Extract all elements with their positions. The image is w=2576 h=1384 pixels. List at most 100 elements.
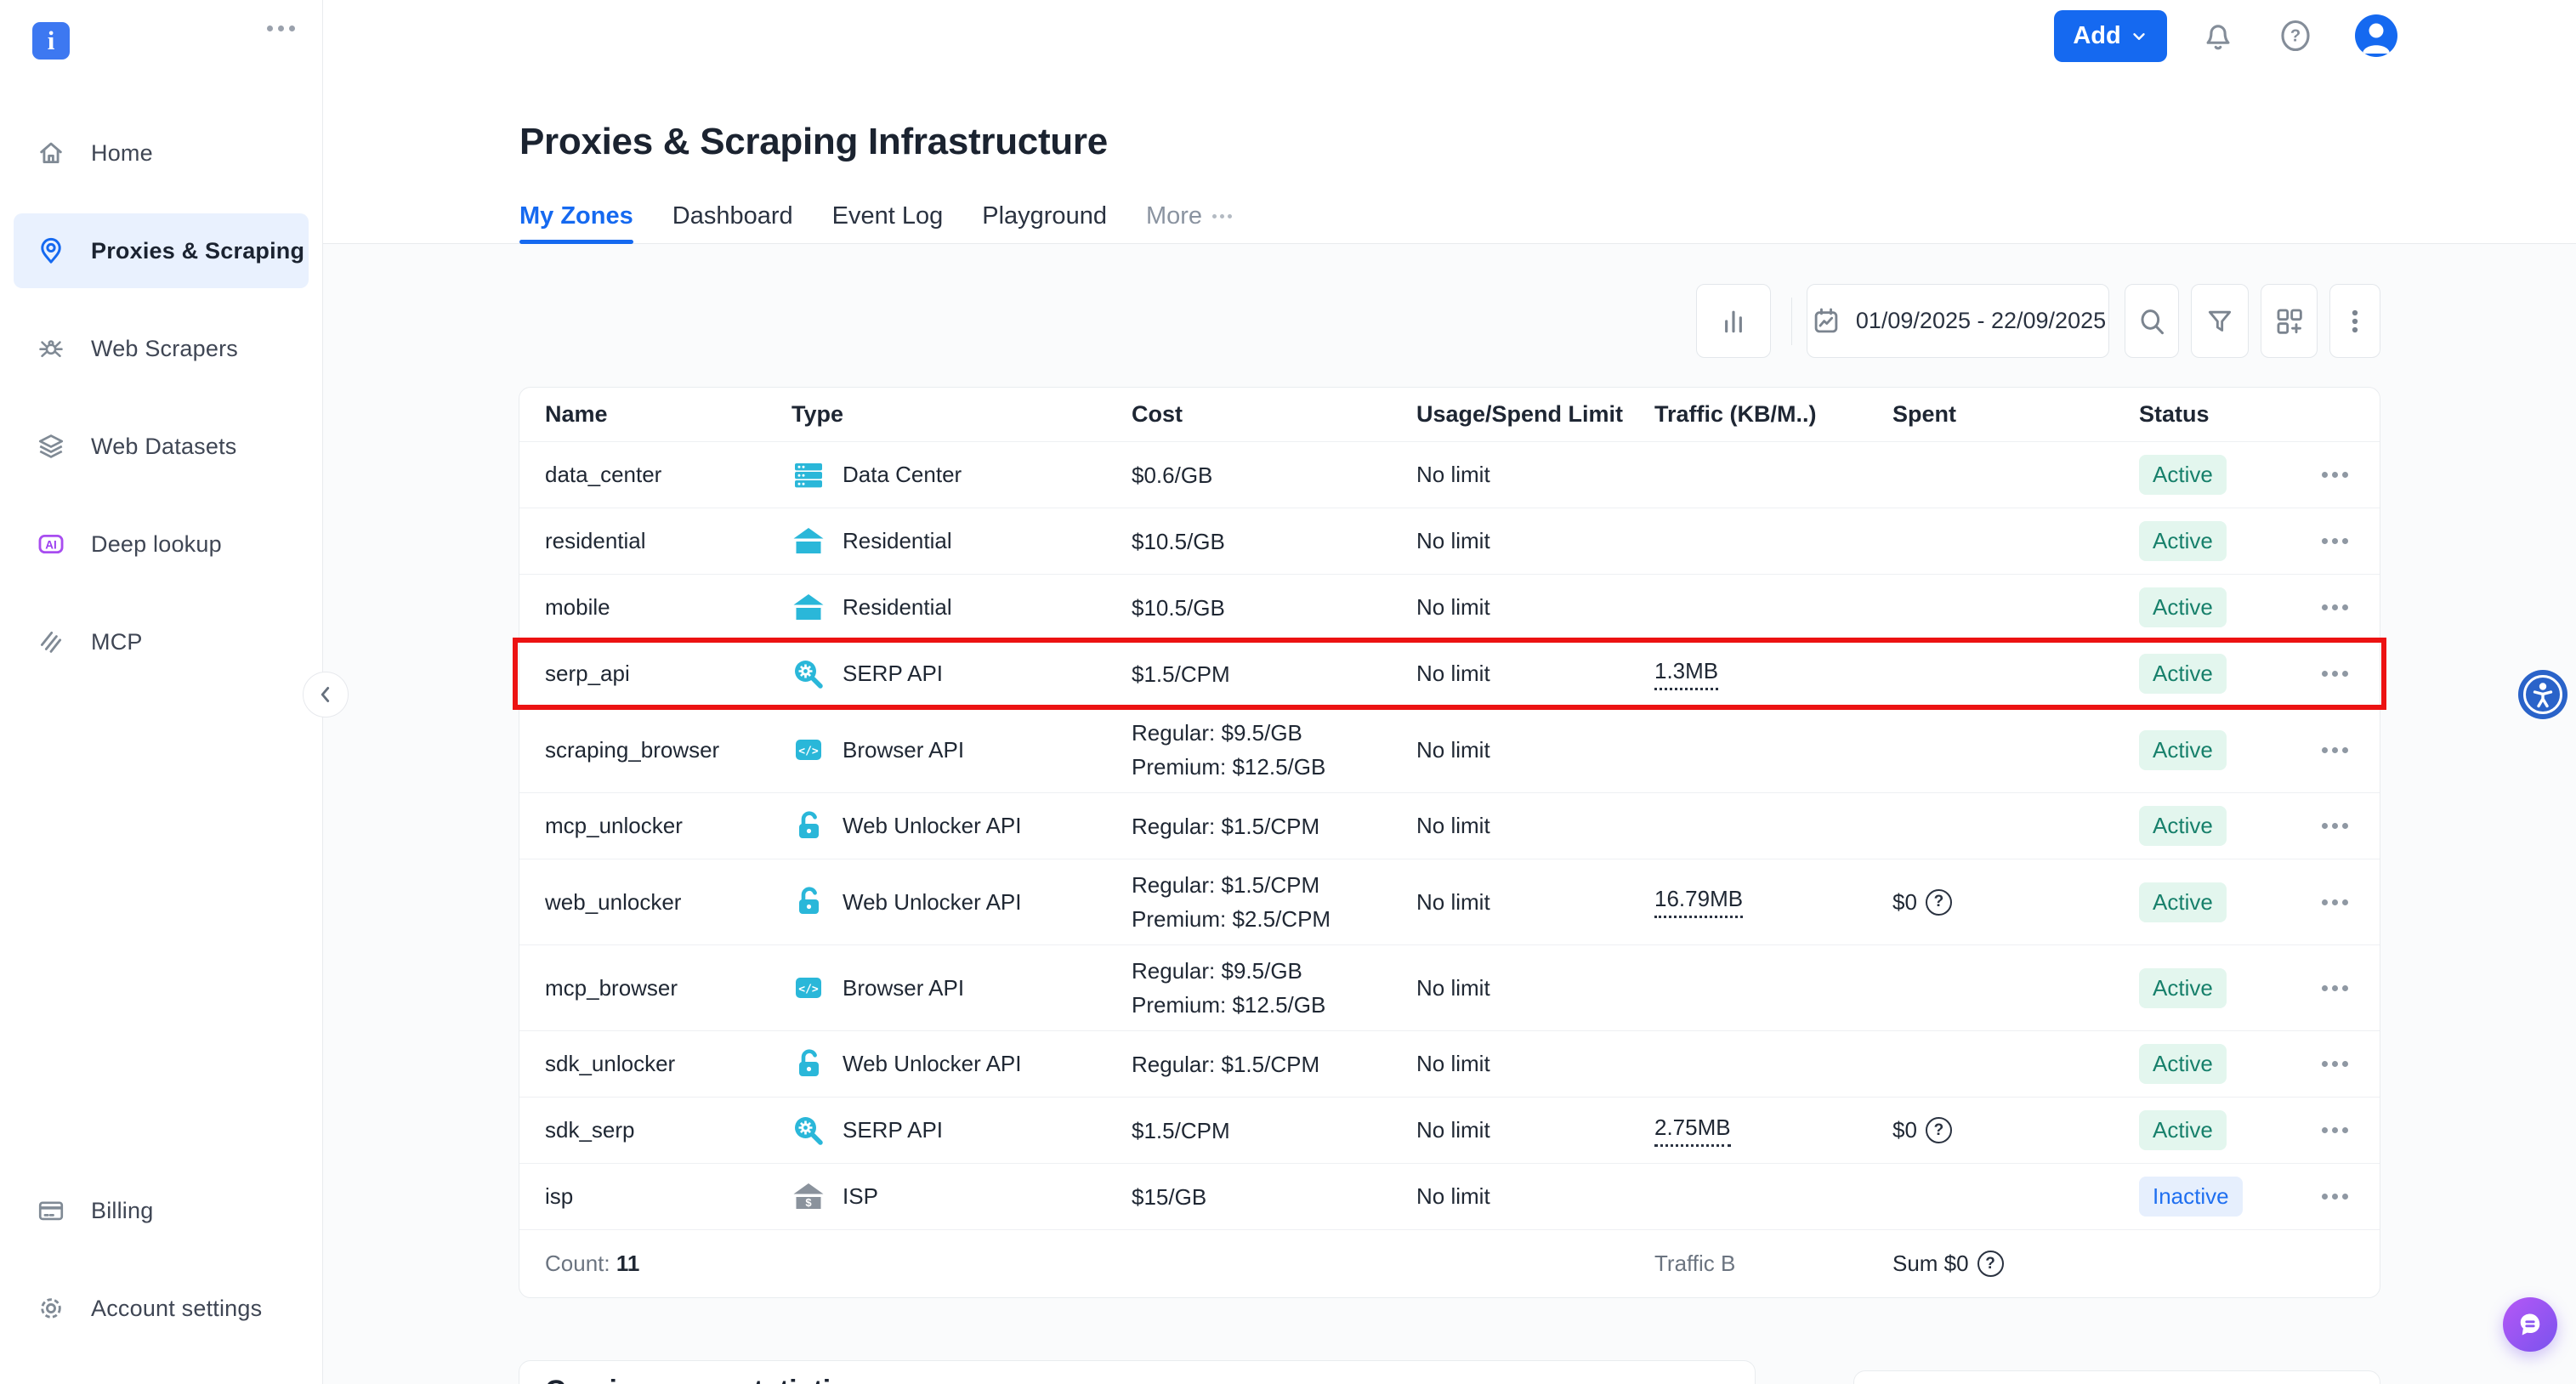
table-menu-button[interactable] <box>2329 284 2380 358</box>
sidebar-menu-dots-icon[interactable] <box>267 26 295 31</box>
zone-traffic-value[interactable]: 1.3MB <box>1654 658 1718 690</box>
accessibility-widget-button[interactable] <box>2518 670 2567 719</box>
zone-traffic-value[interactable]: 2.75MB <box>1654 1115 1731 1147</box>
tab-dashboard[interactable]: Dashboard <box>672 202 793 244</box>
row-actions-menu[interactable] <box>2322 538 2381 544</box>
row-actions-menu[interactable] <box>2322 671 2381 677</box>
zone-type-label: Web Unlocker API <box>843 889 1022 916</box>
sidebar-item-deep-lookup[interactable]: AIDeep lookup <box>14 507 309 581</box>
sidebar-item-label: Deep lookup <box>91 531 222 558</box>
sidebar-item-billing[interactable]: Billing <box>14 1173 309 1248</box>
zone-row-residential[interactable]: residentialResidential$10.5/GBNo limitAc… <box>519 508 2380 574</box>
zone-traffic-value[interactable]: 16.79MB <box>1654 886 1743 918</box>
sidebar-item-home[interactable]: Home <box>14 116 309 190</box>
columns-settings-button[interactable] <box>2261 284 2318 358</box>
statistics-card-title: Coming soon statistics <box>545 1375 863 1384</box>
user-avatar[interactable] <box>2355 14 2397 57</box>
zone-name: mcp_browser <box>519 975 792 1001</box>
credit-card-icon <box>37 1196 65 1225</box>
zone-cost: Regular: $1.5/CPM <box>1132 1047 1416 1081</box>
table-header-row: NameTypeCostUsage/Spend LimitTraffic (KB… <box>519 388 2380 441</box>
sidebar-item-web-scrapers[interactable]: Web Scrapers <box>14 311 309 386</box>
svg-text:</>: </> <box>798 984 819 996</box>
spent-help-icon[interactable]: ? <box>1926 1117 1952 1143</box>
zone-row-scraping_browser[interactable]: scraping_browser</>Browser APIRegular: $… <box>519 706 2380 792</box>
row-actions-menu[interactable] <box>2322 823 2381 829</box>
row-actions-menu[interactable] <box>2322 1127 2381 1133</box>
sidebar: i Home Proxies & Scraping Web Scrapers Web … <box>0 0 323 1384</box>
sidebar-item-web-datasets[interactable]: Web Datasets <box>14 409 309 484</box>
tab-label: My Zones <box>519 202 633 230</box>
zone-type: Web Unlocker API <box>792 885 1132 919</box>
zone-name: residential <box>519 528 792 554</box>
row-actions-menu[interactable] <box>2322 604 2381 610</box>
residential-house-icon <box>792 525 826 559</box>
filter-funnel-icon <box>2203 304 2237 338</box>
help-icon[interactable]: ? <box>2273 14 2318 58</box>
sidebar-item-proxies-scraping[interactable]: Proxies & Scraping <box>14 213 309 288</box>
zone-status: Active <box>2139 521 2322 561</box>
sidebar-item-label: Account settings <box>91 1296 262 1322</box>
zone-name: data_center <box>519 462 792 488</box>
notifications-bell-icon[interactable] <box>2196 14 2240 58</box>
zone-name: isp <box>519 1183 792 1210</box>
row-actions-menu[interactable] <box>2322 1061 2381 1067</box>
zone-row-mcp_unlocker[interactable]: mcp_unlockerWeb Unlocker APIRegular: $1.… <box>519 792 2380 859</box>
accessibility-icon <box>2518 670 2567 719</box>
zone-row-serp_api[interactable]: serp_apiSERP API$1.5/CPMNo limit1.3MBAct… <box>519 640 2380 706</box>
sidebar-item-account-settings[interactable]: Account settings <box>14 1271 309 1346</box>
zone-row-sdk_unlocker[interactable]: sdk_unlockerWeb Unlocker APIRegular: $1.… <box>519 1030 2380 1097</box>
sidebar-item-label: MCP <box>91 629 143 655</box>
zone-row-isp[interactable]: isp$ISP$15/GBNo limitInactive <box>519 1163 2380 1229</box>
sum-help-icon[interactable]: ? <box>1977 1251 2004 1277</box>
zone-spent: $0? <box>1892 1117 2139 1143</box>
statistics-toggle-button[interactable] <box>1696 284 1771 358</box>
zone-row-web_unlocker[interactable]: web_unlockerWeb Unlocker APIRegular: $1.… <box>519 859 2380 944</box>
sidebar-collapse-button[interactable] <box>303 672 349 718</box>
tab-my-zones[interactable]: My Zones <box>519 202 633 244</box>
filter-button[interactable] <box>2191 284 2249 358</box>
row-actions-menu[interactable] <box>2322 985 2381 991</box>
zone-type-label: SERP API <box>843 1117 943 1143</box>
tab-more[interactable]: More <box>1146 202 1232 244</box>
tab-event-log[interactable]: Event Log <box>832 202 944 244</box>
zone-cost: Regular: $1.5/CPM <box>1132 809 1416 843</box>
date-range-picker[interactable]: 01/09/2025 - 22/09/2025 <box>1807 284 2109 358</box>
brand-logo[interactable]: i <box>32 22 70 60</box>
tab-label: Playground <box>982 202 1107 230</box>
kebab-menu-icon <box>2338 304 2372 338</box>
column-header-cost: Cost <box>1132 401 1416 428</box>
spent-help-icon[interactable]: ? <box>1926 889 1952 916</box>
status-badge: Active <box>2139 968 2227 1008</box>
zone-row-mobile[interactable]: mobileResidential$10.5/GBNo limitActive <box>519 574 2380 640</box>
tab-playground[interactable]: Playground <box>982 202 1107 244</box>
chat-widget-button[interactable] <box>2503 1297 2557 1352</box>
sidebar-item-mcp[interactable]: MCP <box>14 604 309 679</box>
grid-plus-icon <box>2272 304 2306 338</box>
zone-type-label: Web Unlocker API <box>843 813 1022 839</box>
toolbar-divider <box>1791 298 1792 345</box>
data-center-icon <box>792 458 826 492</box>
zone-type: $ISP <box>792 1180 1132 1214</box>
chevron-down-icon <box>2130 27 2148 46</box>
row-actions-menu[interactable] <box>2322 899 2381 905</box>
zone-usage-limit: No limit <box>1416 889 1654 916</box>
tab-label: More <box>1146 202 1202 230</box>
zone-type: Residential <box>792 525 1132 559</box>
zone-row-mcp_browser[interactable]: mcp_browser</>Browser APIRegular: $9.5/G… <box>519 944 2380 1030</box>
residential-house-icon <box>792 591 826 625</box>
zone-cost: $1.5/CPM <box>1132 657 1416 691</box>
zone-status: Active <box>2139 455 2322 495</box>
zone-status: Active <box>2139 968 2322 1008</box>
row-actions-menu[interactable] <box>2322 747 2381 753</box>
row-actions-menu[interactable] <box>2322 472 2381 478</box>
row-actions-menu[interactable] <box>2322 1194 2381 1200</box>
status-badge: Active <box>2139 1110 2227 1150</box>
zone-type: Data Center <box>792 458 1132 492</box>
zone-type-label: Browser API <box>843 737 964 763</box>
zone-row-data_center[interactable]: data_centerData Center$0.6/GBNo limitAct… <box>519 441 2380 508</box>
zone-cost: Regular: $9.5/GBPremium: $12.5/GB <box>1132 716 1416 784</box>
search-button[interactable] <box>2125 284 2179 358</box>
zone-row-sdk_serp[interactable]: sdk_serpSERP API$1.5/CPMNo limit2.75MB$0… <box>519 1097 2380 1163</box>
add-button[interactable]: Add <box>2054 10 2167 62</box>
